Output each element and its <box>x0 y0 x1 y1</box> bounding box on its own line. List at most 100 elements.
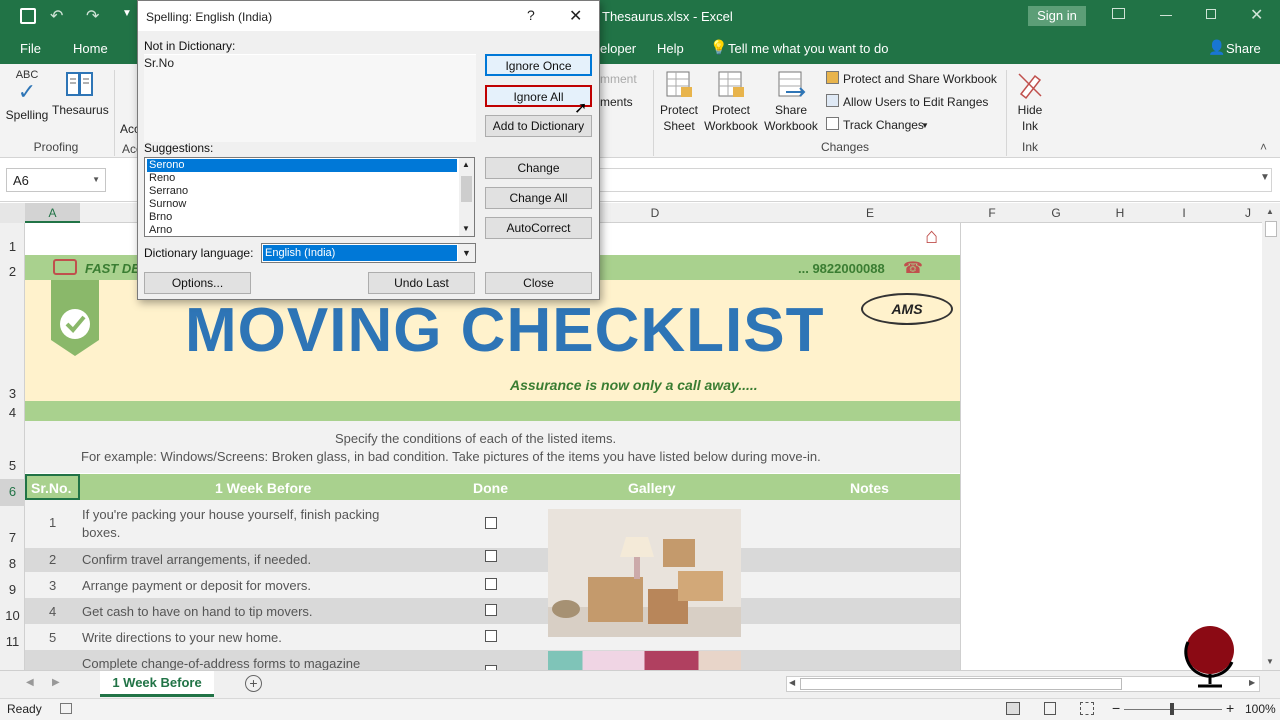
suggestion-item[interactable]: Brno <box>149 211 172 223</box>
hscroll-left-icon[interactable]: ◀ <box>789 678 795 687</box>
undo-last-button[interactable]: Undo Last <box>368 272 475 294</box>
protect-sheet-button[interactable]: Protect Sheet <box>656 70 702 134</box>
suggestions-list[interactable]: Serono Reno Serrano Surnow Brno Arno ▲ ▼ <box>144 157 475 237</box>
macro-record-icon[interactable] <box>60 703 72 714</box>
row-header[interactable]: 3 <box>0 386 25 401</box>
save-icon[interactable] <box>20 8 36 24</box>
ignore-once-button[interactable]: Ignore Once <box>485 54 592 76</box>
row-header[interactable]: 7 <box>0 530 25 545</box>
tab-help[interactable]: Help <box>657 41 684 56</box>
tab-scroll-right-icon[interactable]: ▶ <box>52 677 60 688</box>
add-sheet-icon[interactable]: + <box>245 675 262 692</box>
change-all-button[interactable]: Change All <box>485 187 592 209</box>
zoom-slider-thumb[interactable] <box>1170 703 1174 715</box>
suggestion-item-selected[interactable]: Serono <box>147 159 457 172</box>
dialog-close-icon[interactable]: ✕ <box>569 6 582 26</box>
done-checkbox[interactable] <box>485 517 497 529</box>
not-in-dictionary-box[interactable]: Sr.No <box>144 54 476 142</box>
column-d-header[interactable]: D <box>600 206 710 220</box>
name-box[interactable]: A6 ▼ <box>6 168 106 192</box>
expand-formula-icon[interactable]: ▼ <box>1260 172 1270 183</box>
spelling-button[interactable]: ABC ✓ Spelling <box>4 70 50 123</box>
scroll-thumb[interactable] <box>1265 221 1277 237</box>
column-g-header[interactable]: G <box>1024 206 1088 220</box>
share-icon[interactable]: 👤 <box>1208 39 1225 56</box>
done-checkbox[interactable] <box>485 604 497 616</box>
minimize-icon[interactable] <box>1160 15 1172 16</box>
row-header[interactable]: 4 <box>0 405 25 420</box>
column-i-header[interactable]: I <box>1152 206 1216 220</box>
zoom-out-icon[interactable]: − <box>1112 700 1120 716</box>
suggestions-scroll-thumb[interactable] <box>461 176 472 202</box>
collapse-ribbon-icon[interactable]: ˄ <box>1260 140 1267 154</box>
suggestions-scroll-up-icon[interactable]: ▲ <box>462 160 470 169</box>
normal-view-icon[interactable] <box>1006 702 1020 715</box>
ribbon-display-icon[interactable] <box>1112 8 1125 19</box>
suggestion-item[interactable]: Arno <box>149 224 172 236</box>
row-header[interactable]: 8 <box>0 556 25 571</box>
tab-home[interactable]: Home <box>73 41 108 56</box>
undo-icon[interactable]: ↶ <box>50 6 63 26</box>
suggestions-scroll-down-icon[interactable]: ▼ <box>462 224 470 233</box>
allow-users-button[interactable]: Allow Users to Edit Ranges <box>843 95 988 109</box>
share-workbook-button[interactable]: Share Workbook <box>762 70 820 134</box>
quick-access-dropdown-icon[interactable]: ▼ <box>122 8 132 19</box>
scroll-down-icon[interactable]: ▼ <box>1266 657 1274 666</box>
row-header[interactable]: 10 <box>0 608 25 623</box>
scroll-up-icon[interactable]: ▲ <box>1266 207 1274 216</box>
done-checkbox[interactable] <box>485 578 497 590</box>
row-header-selected[interactable]: 6 <box>0 479 25 506</box>
track-changes-button[interactable]: Track Changes <box>843 118 924 132</box>
page-layout-view-icon[interactable] <box>1044 702 1056 715</box>
row-header[interactable]: 5 <box>0 458 25 473</box>
row-header[interactable]: 2 <box>0 264 25 279</box>
tab-file[interactable]: File <box>20 41 41 56</box>
new-comment-partial[interactable]: mment <box>600 72 637 86</box>
tab-developer[interactable]: eloper <box>600 41 636 56</box>
row-header[interactable]: 9 <box>0 582 25 597</box>
row-header[interactable]: 1 <box>0 239 25 254</box>
page-break-view-icon[interactable] <box>1080 702 1094 715</box>
select-all-corner[interactable] <box>0 203 25 223</box>
autocorrect-button[interactable]: AutoCorrect <box>485 217 592 239</box>
redo-icon[interactable]: ↷ <box>86 6 99 26</box>
suggestion-item[interactable]: Serrano <box>149 185 188 197</box>
sheet-tab-1-week-before[interactable]: 1 Week Before <box>100 671 214 697</box>
track-changes-dropdown-icon[interactable]: ▼ <box>921 121 929 130</box>
suggestion-item[interactable]: Surnow <box>149 198 186 210</box>
empty-columns[interactable] <box>960 223 1262 670</box>
column-h-header[interactable]: H <box>1088 206 1152 220</box>
close-window-icon[interactable]: ✕ <box>1250 5 1263 25</box>
row-header[interactable]: 11 <box>0 634 25 649</box>
vertical-scrollbar[interactable]: ▲ ▼ <box>1262 203 1280 670</box>
hide-ink-button[interactable]: Hide Ink <box>1010 70 1050 134</box>
suggestions-label: Suggestions: <box>144 141 214 155</box>
column-e-header[interactable]: E <box>815 206 925 220</box>
protect-share-workbook-button[interactable]: Protect and Share Workbook <box>843 72 997 86</box>
options-button[interactable]: Options... <box>144 272 251 294</box>
done-checkbox[interactable] <box>485 630 497 642</box>
column-f-header[interactable]: F <box>960 206 1024 220</box>
protect-workbook-button[interactable]: Protect Workbook <box>702 70 760 134</box>
suggestions-scrollbar[interactable]: ▲ ▼ <box>459 158 474 236</box>
zoom-level[interactable]: 100% <box>1245 702 1276 716</box>
suggestion-item[interactable]: Reno <box>149 172 175 184</box>
show-comments-partial[interactable]: ments <box>600 95 633 109</box>
sign-in-button[interactable]: Sign in <box>1028 6 1086 26</box>
dictionary-language-dropdown-icon[interactable]: ▼ <box>458 244 475 262</box>
dialog-help-button[interactable]: ? <box>527 7 535 23</box>
hscroll-right-icon[interactable]: ▶ <box>1249 678 1255 687</box>
change-button[interactable]: Change <box>485 157 592 179</box>
share-button[interactable]: Share <box>1226 41 1261 56</box>
dictionary-language-select[interactable]: English (India) ▼ <box>261 243 476 263</box>
tab-scroll-left-icon[interactable]: ◀ <box>26 677 34 688</box>
close-button[interactable]: Close <box>485 272 592 294</box>
thesaurus-button[interactable]: Thesaurus <box>52 70 109 118</box>
hscroll-thumb[interactable] <box>800 678 1122 690</box>
add-to-dictionary-button[interactable]: Add to Dictionary <box>485 115 592 137</box>
restore-icon[interactable] <box>1206 9 1216 19</box>
tell-me-search[interactable]: Tell me what you want to do <box>728 41 888 56</box>
name-box-dropdown-icon[interactable]: ▼ <box>92 175 100 184</box>
zoom-in-icon[interactable]: + <box>1226 700 1234 716</box>
done-checkbox[interactable] <box>485 550 497 562</box>
